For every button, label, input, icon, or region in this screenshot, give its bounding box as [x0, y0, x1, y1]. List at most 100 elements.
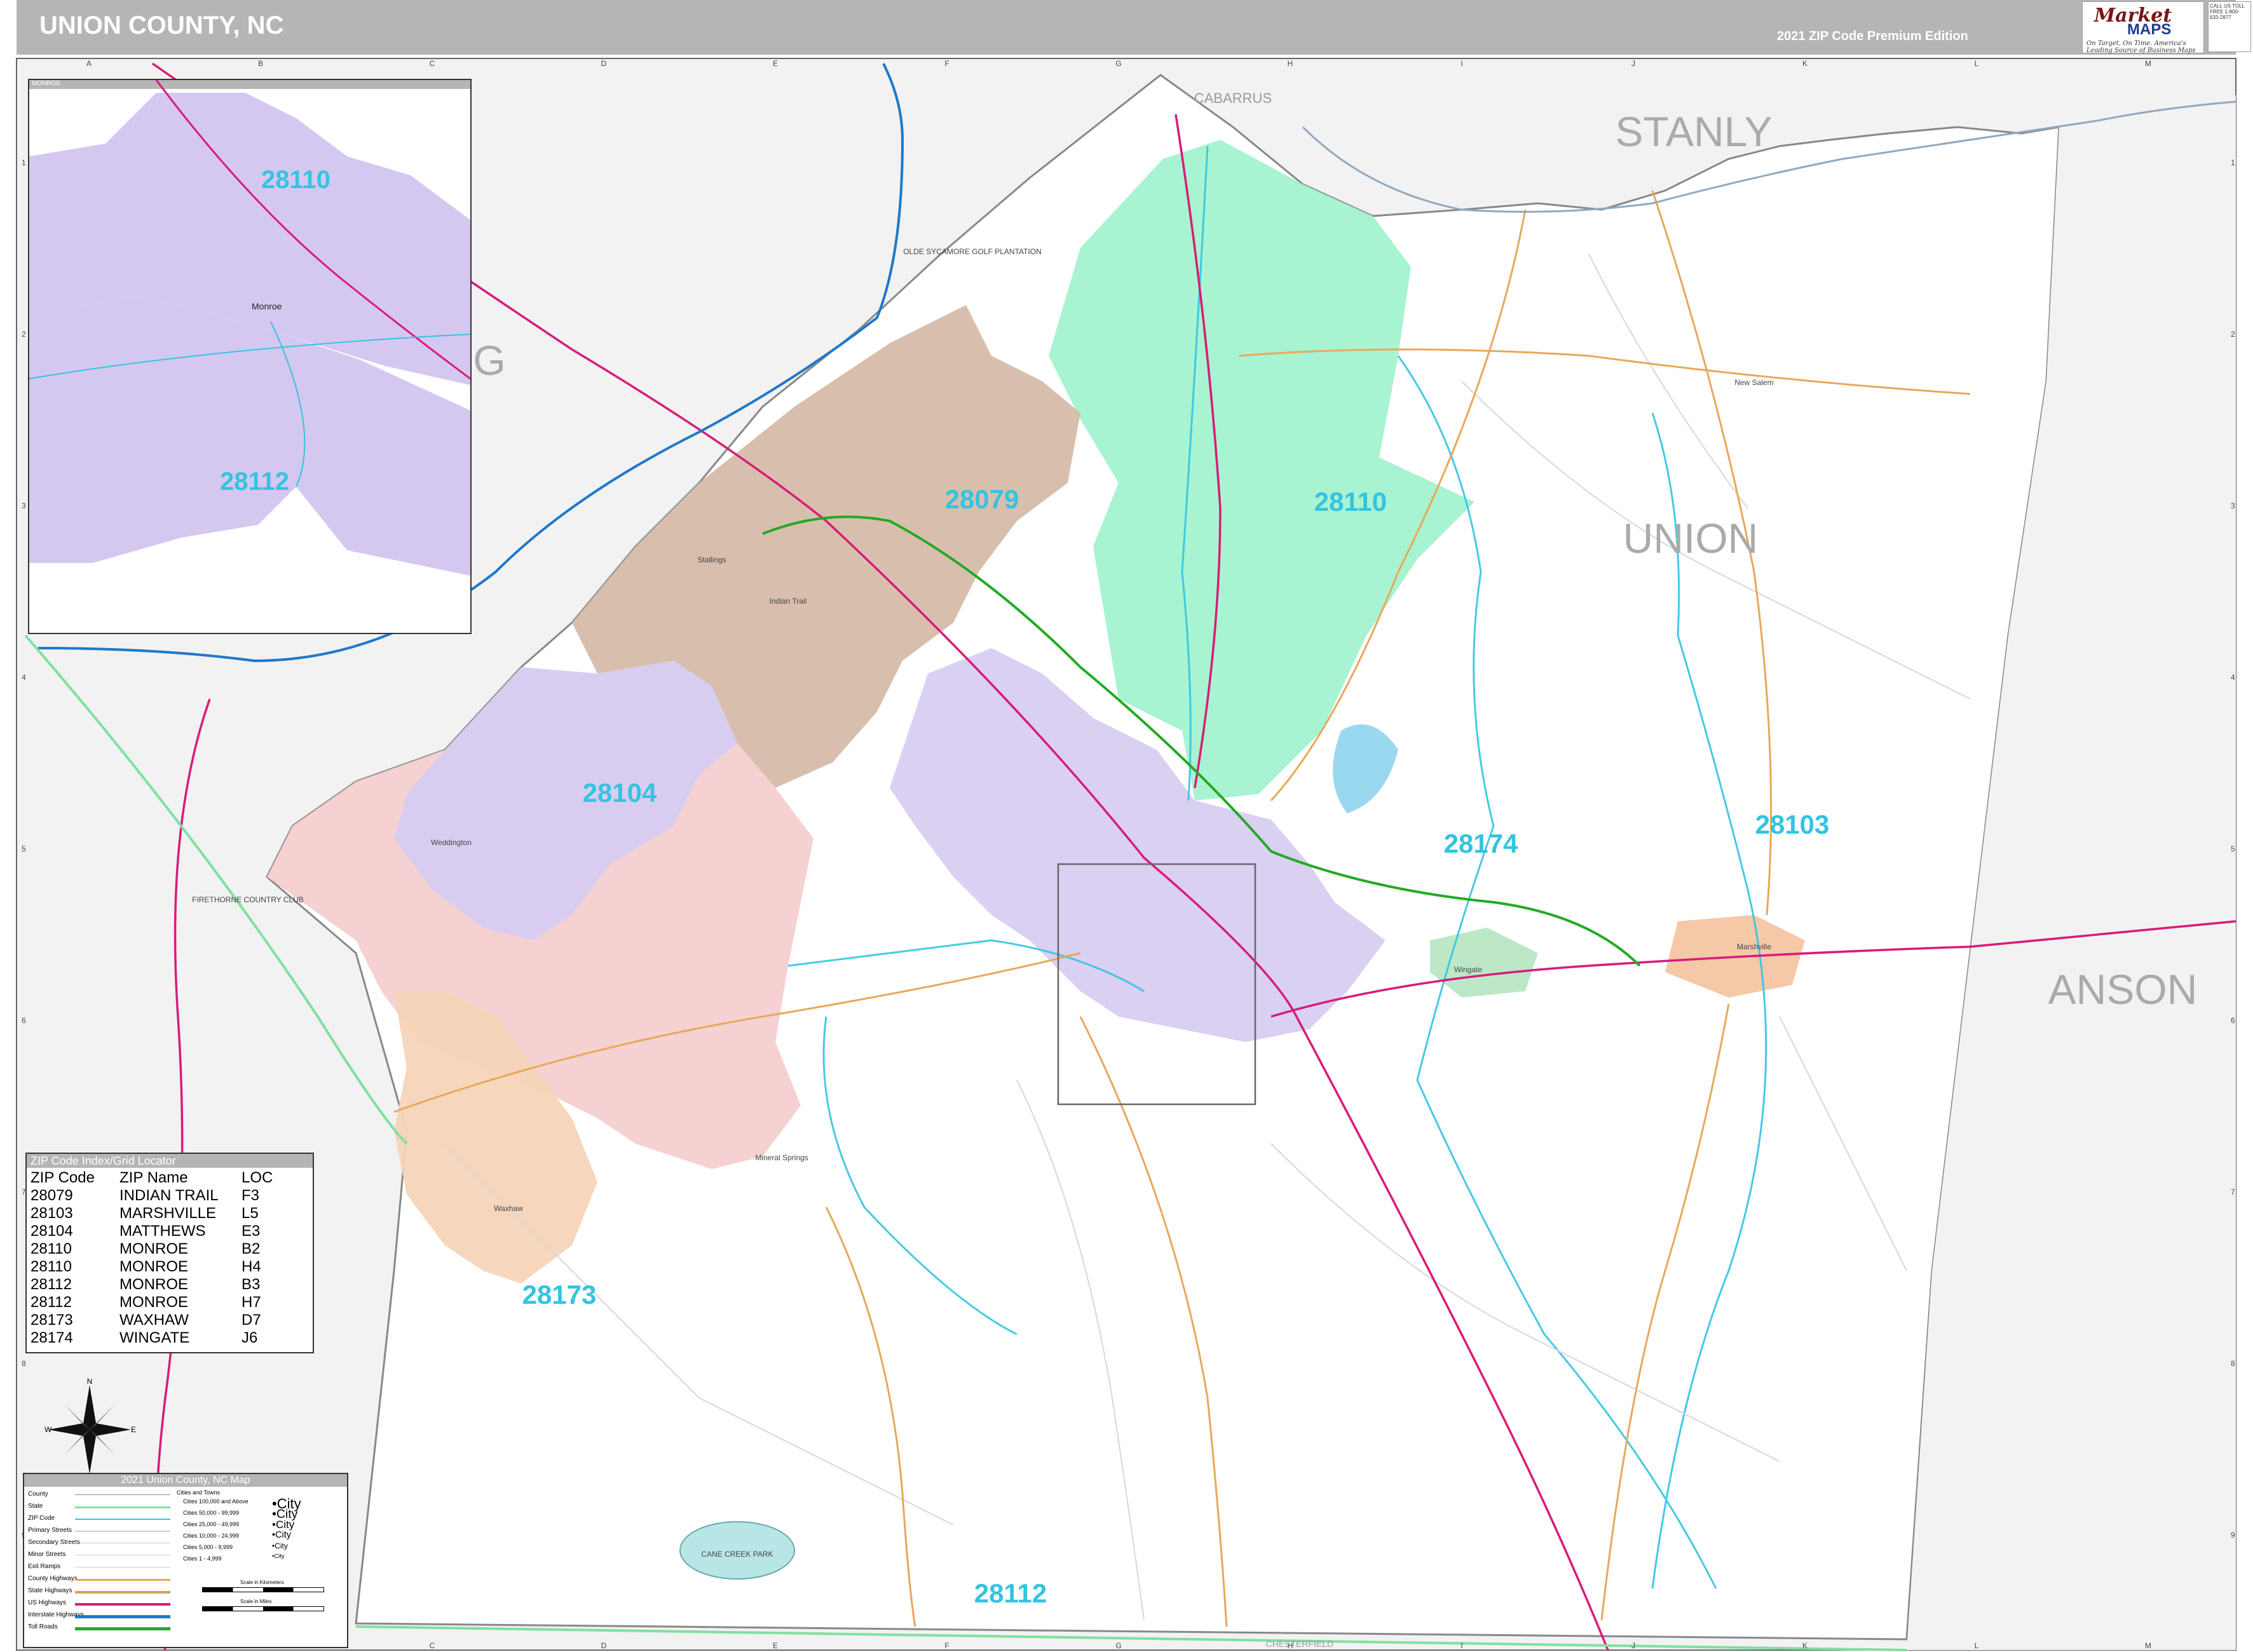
- place-marshville: Marshville: [1737, 942, 1771, 951]
- grid-col-label: E: [773, 59, 778, 68]
- zip-label-28110: 28110: [1314, 487, 1387, 517]
- legend-item-label: County: [28, 1491, 48, 1498]
- place-stallings: Stallings: [697, 555, 726, 564]
- map-legend: 2021 Union County, NC Map County State ZIP…: [23, 1473, 348, 1648]
- grid-col-label: J: [1631, 1641, 1635, 1650]
- legend-scale-km-bar: [202, 1587, 324, 1592]
- legend-item-label: Toll Roads: [28, 1623, 58, 1630]
- zip-code-index: ZIP Code Index/Grid Locator ZIP Code ZIP…: [25, 1153, 314, 1353]
- county-label-mecklenburg: G: [473, 337, 505, 384]
- grid-col-label: I: [1460, 1641, 1462, 1650]
- grid-row-label: 2: [22, 330, 26, 339]
- zip-index-name: WINGATE: [119, 1329, 190, 1346]
- compass-e: E: [131, 1425, 136, 1434]
- county-label-union: UNION: [1623, 515, 1759, 562]
- legend-item-line: [75, 1494, 170, 1495]
- legend-item-label: Secondary Streets: [28, 1539, 81, 1546]
- legend-item-label: ZIP Code: [28, 1515, 55, 1522]
- county-label-anson: ANSON: [2048, 966, 2198, 1013]
- zip-index-header-row: ZIP Code ZIP Name LOC: [31, 1169, 310, 1187]
- county-label-stanly: STANLY: [1616, 108, 1773, 155]
- legend-item-line: [75, 1627, 170, 1630]
- zip-label-28104: 28104: [583, 778, 657, 808]
- grid-col-label: G: [1115, 1641, 1121, 1650]
- zip-index-row: 28110 MONROE B2: [31, 1240, 310, 1258]
- zip-index-loc: H4: [242, 1258, 261, 1275]
- monroe-inset: MONROE 28110 28112 Monroe: [28, 79, 472, 634]
- inset-map: [29, 80, 470, 576]
- grid-row-label: 1: [22, 158, 26, 167]
- legend-item-label: County Highways: [28, 1575, 78, 1582]
- zip-index-name: MONROE: [119, 1294, 188, 1311]
- grid-col-label: H: [1288, 59, 1293, 68]
- zip-label-28103: 28103: [1755, 809, 1830, 839]
- place-olde-sycamore: OLDE SYCAMORE GOLF PLANTATION: [903, 247, 1042, 256]
- grid-col-label: D: [601, 1641, 607, 1650]
- zip-index-loc: J6: [242, 1329, 258, 1346]
- zip-label-28173: 28173: [522, 1280, 597, 1310]
- grid-col-label: M: [2145, 1641, 2151, 1650]
- zip-index-loc: D7: [242, 1311, 261, 1329]
- zip-index-col-zip: ZIP Code: [31, 1169, 95, 1186]
- zip-index-title: ZIP Code Index/Grid Locator: [27, 1154, 313, 1168]
- grid-row-label: 3: [2231, 501, 2235, 510]
- zip-index-row: 28079 INDIAN TRAIL F3: [31, 1187, 310, 1205]
- grid-row-label: 5: [2231, 844, 2235, 853]
- inset-header: MONROE: [32, 80, 60, 87]
- zip-index-name: MARSHVILLE: [119, 1205, 217, 1222]
- legend-item-label: State: [28, 1503, 43, 1510]
- zip-index-zip: 28112: [31, 1294, 72, 1311]
- zip-index-zip: 28174: [31, 1329, 73, 1346]
- legend-population-class: Cities 10,000 - 24,999: [183, 1533, 240, 1539]
- legend-item-line: [75, 1603, 170, 1606]
- zip-index-zip: 28110: [31, 1240, 72, 1257]
- grid-row-label: 9: [2231, 1531, 2235, 1540]
- zip-index-name: MATTHEWS: [119, 1222, 206, 1240]
- zip-label-28174: 28174: [1444, 829, 1518, 858]
- zip-index-row: 28174 WINGATE J6: [31, 1329, 310, 1347]
- grid-col-label: E: [773, 1641, 778, 1650]
- grid-col-label: K: [1802, 59, 1807, 68]
- legend-item-label: Minor Streets: [28, 1551, 66, 1558]
- grid-row-label: 4: [2231, 673, 2235, 682]
- place-firethorne: FIRETHORNE COUNTRY CLUB: [192, 895, 304, 904]
- place-waxhaw: Waxhaw: [494, 1204, 523, 1213]
- zip-index-name: MONROE: [119, 1258, 188, 1275]
- grid-col-label: J: [1631, 59, 1635, 68]
- place-new-salem: New Salem: [1734, 378, 1773, 387]
- legend-item-line: [75, 1591, 170, 1594]
- zip-index-loc: F3: [242, 1187, 260, 1204]
- legend-population-class: Cities 5,000 - 9,999: [183, 1544, 233, 1550]
- inset-zip-28110-label: 28110: [261, 166, 331, 194]
- legend-item-line: [75, 1531, 170, 1532]
- grid-row-label: 1: [2231, 158, 2235, 167]
- zip-index-col-name: ZIP Name: [119, 1169, 188, 1186]
- county-label-chesterfield: CHESTERFIELD: [1266, 1639, 1334, 1649]
- grid-col-label: I: [1460, 59, 1462, 68]
- legend-title: 2021 Union County, NC Map: [24, 1474, 347, 1487]
- zip-label-28112: 28112: [974, 1578, 1047, 1608]
- grid-col-label: D: [601, 59, 607, 68]
- zip-index-zip: 28104: [31, 1222, 73, 1240]
- zip-index-name: INDIAN TRAIL: [119, 1187, 219, 1204]
- grid-row-label: 8: [22, 1359, 26, 1368]
- zip-index-row: 28112 MONROE B3: [31, 1276, 310, 1294]
- grid-row-label: 5: [22, 844, 26, 853]
- legend-item-line: [75, 1519, 170, 1520]
- place-mineral-springs: Mineral Springs: [755, 1153, 808, 1162]
- grid-row-label: 7: [2231, 1188, 2235, 1196]
- legend-city-sample: •City: [272, 1519, 295, 1531]
- zip-index-zip: 28110: [31, 1258, 72, 1275]
- grid-row-label: 6: [2231, 1016, 2235, 1025]
- legend-city-sample: •City: [272, 1530, 292, 1540]
- legend-population-class: Cities 50,000 - 99,999: [183, 1510, 240, 1516]
- grid-row-label: 2: [2231, 330, 2235, 339]
- grid-col-label: A: [86, 59, 92, 68]
- legend-population-class: Cities 100,000 and Above: [183, 1498, 248, 1505]
- zip-index-row: 28173 WAXHAW D7: [31, 1311, 310, 1329]
- grid-col-label: L: [1975, 1641, 1979, 1650]
- zip-index-row: 28112 MONROE H7: [31, 1294, 310, 1311]
- legend-population-class: Cities 1 - 4,999: [183, 1555, 222, 1562]
- legend-item-line: [75, 1579, 170, 1581]
- grid-row-label: 4: [22, 673, 26, 682]
